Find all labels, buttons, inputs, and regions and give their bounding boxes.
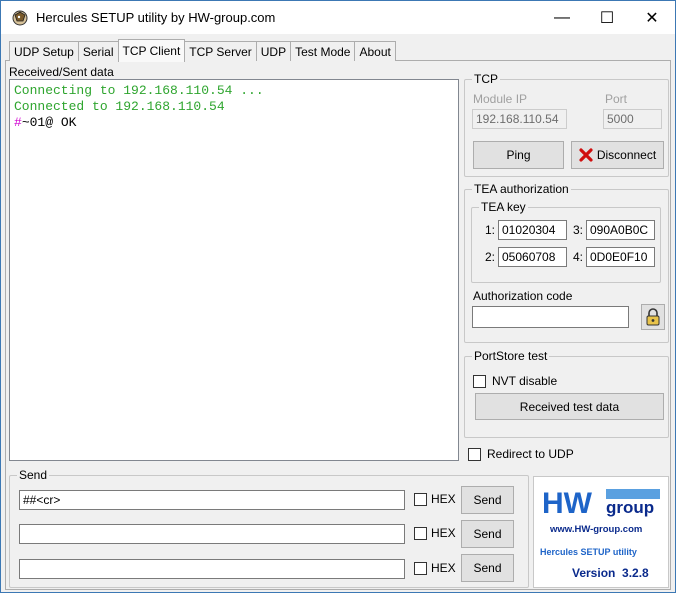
tea-key-2-label: 2: bbox=[485, 250, 496, 264]
port-field[interactable]: 5000 bbox=[603, 109, 662, 129]
ping-button-label: Ping bbox=[506, 148, 531, 162]
received-test-data-button[interactable]: Received test data bbox=[475, 393, 664, 420]
tab-udp-setup[interactable]: UDP Setup bbox=[9, 41, 79, 61]
received-data-area[interactable]: Connecting to 192.168.110.54 ... Connect… bbox=[9, 79, 459, 461]
close-icon: ✕ bbox=[645, 9, 659, 27]
hercules-app-icon bbox=[12, 10, 28, 26]
module-ip-field[interactable]: 192.168.110.54 bbox=[472, 109, 567, 129]
logo-url-text: www.HW-group.com bbox=[549, 524, 642, 535]
received-line-text: ~01@ OK bbox=[21, 115, 77, 130]
hex-label-3: HEX bbox=[431, 561, 456, 575]
tcp-group-title: TCP bbox=[472, 72, 500, 86]
send-input-2[interactable] bbox=[19, 524, 405, 544]
received-line: Connecting to 192.168.110.54 ... bbox=[14, 83, 264, 98]
tab-udp[interactable]: UDP bbox=[255, 41, 292, 61]
logo-version-text: Version 3.2.8 bbox=[572, 566, 649, 580]
portstore-test-title: PortStore test bbox=[472, 349, 550, 363]
tea-authorization-title: TEA authorization bbox=[472, 182, 571, 196]
redirect-to-udp-label: Redirect to UDP bbox=[487, 447, 574, 461]
disconnect-button-label: Disconnect bbox=[596, 148, 657, 162]
maximize-button[interactable]: ☐ bbox=[584, 1, 630, 34]
hex-label-1: HEX bbox=[431, 492, 456, 506]
tea-key-4-field[interactable]: 0D0E0F10 bbox=[586, 247, 655, 267]
nvt-disable-checkbox[interactable] bbox=[473, 375, 486, 388]
hex-label-2: HEX bbox=[431, 526, 456, 540]
send-button-label: Send bbox=[473, 527, 502, 541]
received-line: #~01@ OK bbox=[14, 115, 454, 131]
redirect-to-udp-checkbox[interactable] bbox=[468, 448, 481, 461]
tea-key-3-label: 3: bbox=[573, 223, 584, 237]
send-group-title: Send bbox=[17, 468, 50, 482]
received-test-data-label: Received test data bbox=[519, 399, 620, 414]
window-title: Hercules SETUP utility by HW-group.com bbox=[36, 10, 276, 25]
tea-key-title: TEA key bbox=[479, 200, 528, 214]
tab-tcp-server[interactable]: TCP Server bbox=[184, 41, 257, 61]
logo-group-text: group bbox=[606, 498, 654, 517]
tab-test-mode[interactable]: Test Mode bbox=[290, 41, 356, 61]
tab-serial[interactable]: Serial bbox=[77, 41, 119, 61]
tea-key-4-label: 4: bbox=[573, 250, 584, 264]
ping-button[interactable]: Ping bbox=[473, 141, 564, 169]
hex-checkbox-1[interactable] bbox=[414, 493, 427, 506]
tea-key-2-field[interactable]: 05060708 bbox=[498, 247, 567, 267]
logo-hw-text: HW bbox=[542, 487, 593, 520]
tea-key-group: TEA key bbox=[471, 200, 661, 283]
send-button-label: Send bbox=[473, 493, 502, 507]
authorization-code-label: Authorization code bbox=[473, 289, 573, 303]
red-x-icon bbox=[579, 148, 593, 162]
hex-checkbox-2[interactable] bbox=[414, 527, 427, 540]
tea-key-1-label: 1: bbox=[485, 223, 496, 237]
tab-strip: UDP Setup Serial TCP Client TCP Server U… bbox=[9, 39, 396, 62]
tab-tcp-client[interactable]: TCP Client bbox=[117, 39, 186, 62]
maximize-icon: ☐ bbox=[599, 9, 615, 27]
title-bar: Hercules SETUP utility by HW-group.com —… bbox=[1, 1, 675, 34]
tab-about[interactable]: About bbox=[354, 41, 396, 61]
send-button-label: Send bbox=[473, 561, 502, 575]
received-line-prefix: # bbox=[14, 115, 22, 130]
tea-key-3-field[interactable]: 090A0B0C bbox=[586, 220, 655, 240]
lock-icon bbox=[646, 308, 660, 326]
close-button[interactable]: ✕ bbox=[629, 1, 675, 34]
nvt-disable-label: NVT disable bbox=[492, 374, 558, 388]
minimize-button[interactable]: — bbox=[539, 1, 585, 34]
module-ip-label: Module IP bbox=[473, 92, 528, 106]
send-button-1[interactable]: Send bbox=[461, 486, 514, 514]
received-sent-label: Received/Sent data bbox=[9, 65, 114, 79]
hw-group-logo: HW group www.HW-group.com Hercules SETUP… bbox=[540, 487, 660, 580]
tea-key-1-field[interactable]: 01020304 bbox=[498, 220, 567, 240]
hex-checkbox-3[interactable] bbox=[414, 562, 427, 575]
logo-product-text: Hercules SETUP utility bbox=[540, 547, 637, 557]
authorization-code-field[interactable] bbox=[472, 306, 629, 328]
minimize-icon: — bbox=[554, 8, 570, 26]
disconnect-button[interactable]: Disconnect bbox=[571, 141, 664, 169]
send-button-2[interactable]: Send bbox=[461, 520, 514, 548]
lock-button[interactable] bbox=[641, 304, 665, 330]
send-button-3[interactable]: Send bbox=[461, 554, 514, 582]
port-label: Port bbox=[605, 92, 628, 106]
hw-group-logo-panel: HW group www.HW-group.com Hercules SETUP… bbox=[533, 476, 669, 588]
send-input-1[interactable]: ##<cr> bbox=[19, 490, 405, 510]
send-input-3[interactable] bbox=[19, 559, 405, 579]
app-window: Hercules SETUP utility by HW-group.com —… bbox=[0, 0, 676, 593]
received-line: Connected to 192.168.110.54 bbox=[14, 99, 225, 114]
